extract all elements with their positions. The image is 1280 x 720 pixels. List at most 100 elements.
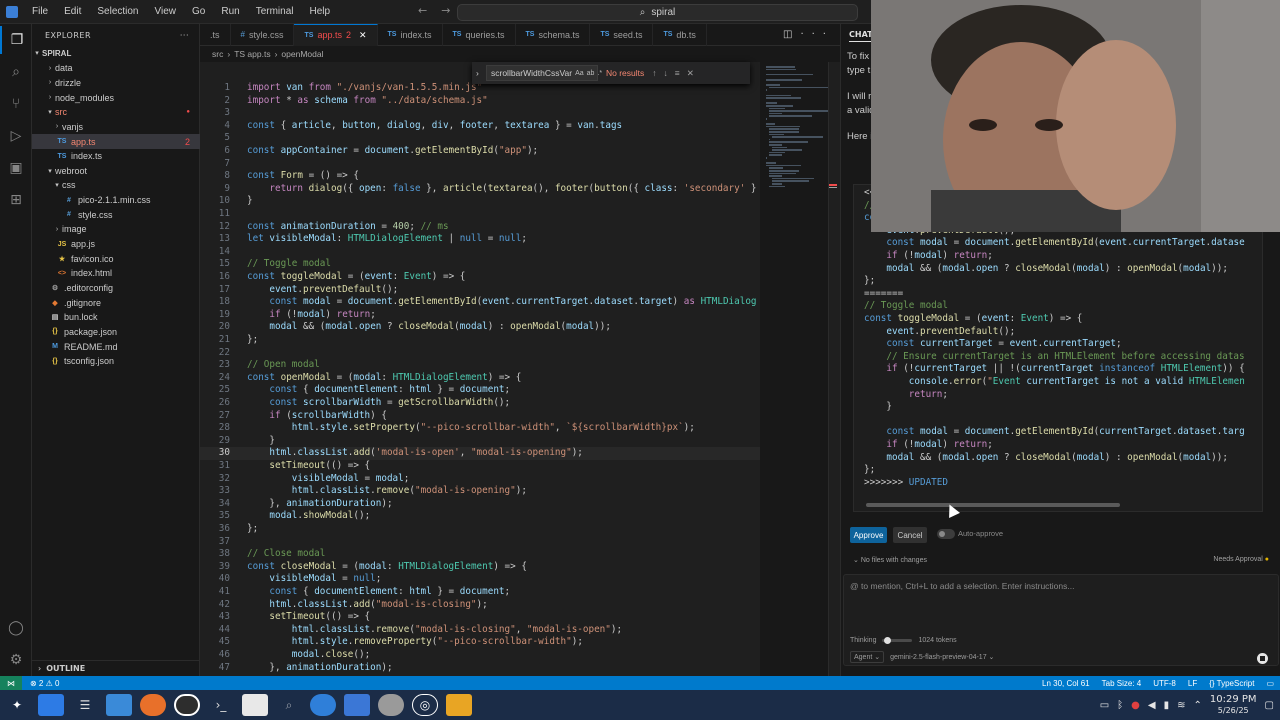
folder-node_modules[interactable]: › node_modules [32,90,200,105]
notification-center-icon[interactable]: ▢ [1265,700,1274,711]
microphone-icon[interactable]: ▮ [1164,700,1170,711]
cursor-position[interactable]: Ln 30, Col 61 [1042,679,1090,688]
file-item[interactable]: {} tsconfig.json [32,354,200,369]
search-app-icon[interactable]: ⌕ [276,694,302,716]
sublime-icon[interactable] [344,694,370,716]
thinking-slider[interactable] [882,637,913,644]
menu-item-go[interactable]: Go [184,6,213,17]
source-control-icon[interactable]: ⑂ [0,90,32,118]
more-actions-icon[interactable]: ··· [180,31,189,40]
tab-index-ts[interactable]: TS index.ts [378,23,443,46]
command-center-search[interactable]: ⌕ spiral [457,4,858,21]
find-input[interactable]: scrollbarWidthCssVar Aa ab .* [486,65,602,81]
record-icon[interactable]: ● [1131,700,1140,711]
notifications-icon[interactable]: ▭ [1266,679,1274,688]
menu-item-file[interactable]: File [24,6,56,17]
file-item[interactable]: M README.md [32,339,200,354]
tab-schema-ts[interactable]: TS schema.ts [516,23,591,46]
regex-icon[interactable]: .* [597,70,602,77]
file-item[interactable]: TS index.ts [32,149,200,164]
match-case-icon[interactable]: Aa [575,70,584,77]
bluetooth-icon[interactable]: ᛒ [1117,700,1123,711]
diff-horizontal-scrollbar[interactable] [866,503,1120,507]
webcam-tray-icon[interactable]: ▭ [1100,700,1109,711]
file-item[interactable]: {} package.json [32,325,200,340]
tab-ts[interactable]: .ts [200,23,231,46]
menu-item-edit[interactable]: Edit [56,6,89,17]
file-item[interactable]: ★ favicon.ico [32,251,200,266]
chevron-up-icon[interactable]: ⌃ [1194,700,1202,711]
file-item[interactable]: ◆ .gitignore [32,295,200,310]
close-icon[interactable]: ✕ [359,30,367,41]
changes-row[interactable]: ⌄ No files with changes Needs Approval ● [853,556,1269,568]
folder-css[interactable]: ▾ css [32,178,200,193]
close-icon[interactable]: ✕ [687,68,701,78]
next-match-icon[interactable]: ↓ [664,68,675,78]
back-arrow-icon[interactable]: ← [418,4,441,17]
more-actions-icon[interactable]: ··· [800,29,834,40]
breadcrumb-file[interactable]: TS app.ts [234,49,270,59]
whole-word-icon[interactable]: ab [587,70,595,77]
breadcrumb-symbol[interactable]: openModal [281,49,323,59]
problems-count[interactable]: ⊗ 2 ⚠ 0 [30,679,59,688]
stop-button[interactable] [1257,653,1268,664]
tab-db-ts[interactable]: TS db.ts [653,23,707,46]
encoding[interactable]: UTF-8 [1153,679,1176,688]
extensions-icon[interactable]: ⊞ [0,186,32,214]
settings-gear-icon[interactable]: ⚙ [0,646,32,674]
tab-size[interactable]: Tab Size: 4 [1102,679,1142,688]
folder-webroot[interactable]: ▾ webroot [32,164,200,179]
file-item[interactable]: JS app.js [32,237,200,252]
line-ending[interactable]: LF [1188,679,1197,688]
start-menu-icon[interactable]: ✦ [4,694,30,716]
menu-item-view[interactable]: View [147,6,185,17]
menu-item-selection[interactable]: Selection [89,6,146,17]
terminal-icon[interactable]: ›_ [208,694,234,716]
obs-icon[interactable] [174,694,200,716]
account-icon[interactable]: ◯ [0,614,32,642]
github-icon[interactable]: ◎ [412,694,438,716]
diff-code-block[interactable]: <<// const toggleModal = (event: Event) … [853,184,1263,512]
folder-src[interactable]: ▾ src ● [32,105,200,120]
folder-image[interactable]: › image [32,222,200,237]
remote-indicator-icon[interactable]: ⋈ [0,676,22,690]
file-item[interactable]: # style.css [32,208,200,223]
show-desktop-icon[interactable] [38,694,64,716]
clock[interactable]: 10:29 PM 5/26/25 [1210,694,1257,716]
run-debug-icon[interactable]: ▷ [0,122,32,150]
find-in-selection-icon[interactable]: ≡ [675,68,687,78]
browser-icon[interactable] [310,694,336,716]
menu-item-help[interactable]: Help [302,6,339,17]
file-item[interactable]: <> index.html [32,266,200,281]
menu-item-terminal[interactable]: Terminal [248,6,302,17]
editor-actions[interactable]: ◫··· [783,29,834,40]
menu-item-run[interactable]: Run [213,6,247,17]
outline-section[interactable]: › OUTLINE [32,660,200,676]
chat-tab[interactable]: CHAT [849,30,873,42]
tab-style-css[interactable]: # style.css [231,23,295,46]
file-item[interactable]: # pico-2.1.1.min.css [32,193,200,208]
firefox-icon[interactable] [140,694,166,716]
auto-approve-toggle[interactable] [937,529,955,539]
file-item[interactable]: TS app.ts 2 [32,134,200,149]
previous-match-icon[interactable]: ↑ [652,68,663,78]
model-dropdown[interactable]: gemini-2.5-flash-preview-04-17 ⌄ [890,653,994,661]
editor-scrollbar[interactable] [828,62,840,676]
file-item[interactable]: ▤ bun.lock [32,310,200,325]
approve-button[interactable]: Approve [850,527,887,543]
chat-input-box[interactable]: @ to mention, Ctrl+L to add a selection.… [843,574,1279,666]
tab-app-ts[interactable]: TS app.ts 2 ✕ [294,23,378,46]
cancel-button[interactable]: Cancel [893,527,927,543]
file-item[interactable]: ⚙ .editorconfig [32,281,200,296]
split-editor-icon[interactable]: ◫ [783,29,800,40]
folder-drizzle[interactable]: › drizzle [32,76,200,91]
search-view-icon[interactable]: ⌕ [0,58,32,86]
task-manager-icon[interactable]: ☰ [72,694,98,716]
breadcrumb-src[interactable]: src [212,49,223,59]
toggle-replace-icon[interactable]: › [476,68,479,78]
file-manager-icon[interactable] [106,694,132,716]
notes-icon[interactable] [446,694,472,716]
wifi-icon[interactable]: ≋ [1177,700,1185,711]
language-mode[interactable]: {} TypeScript [1209,679,1254,688]
remote-explorer-icon[interactable]: ▣ [0,154,32,182]
